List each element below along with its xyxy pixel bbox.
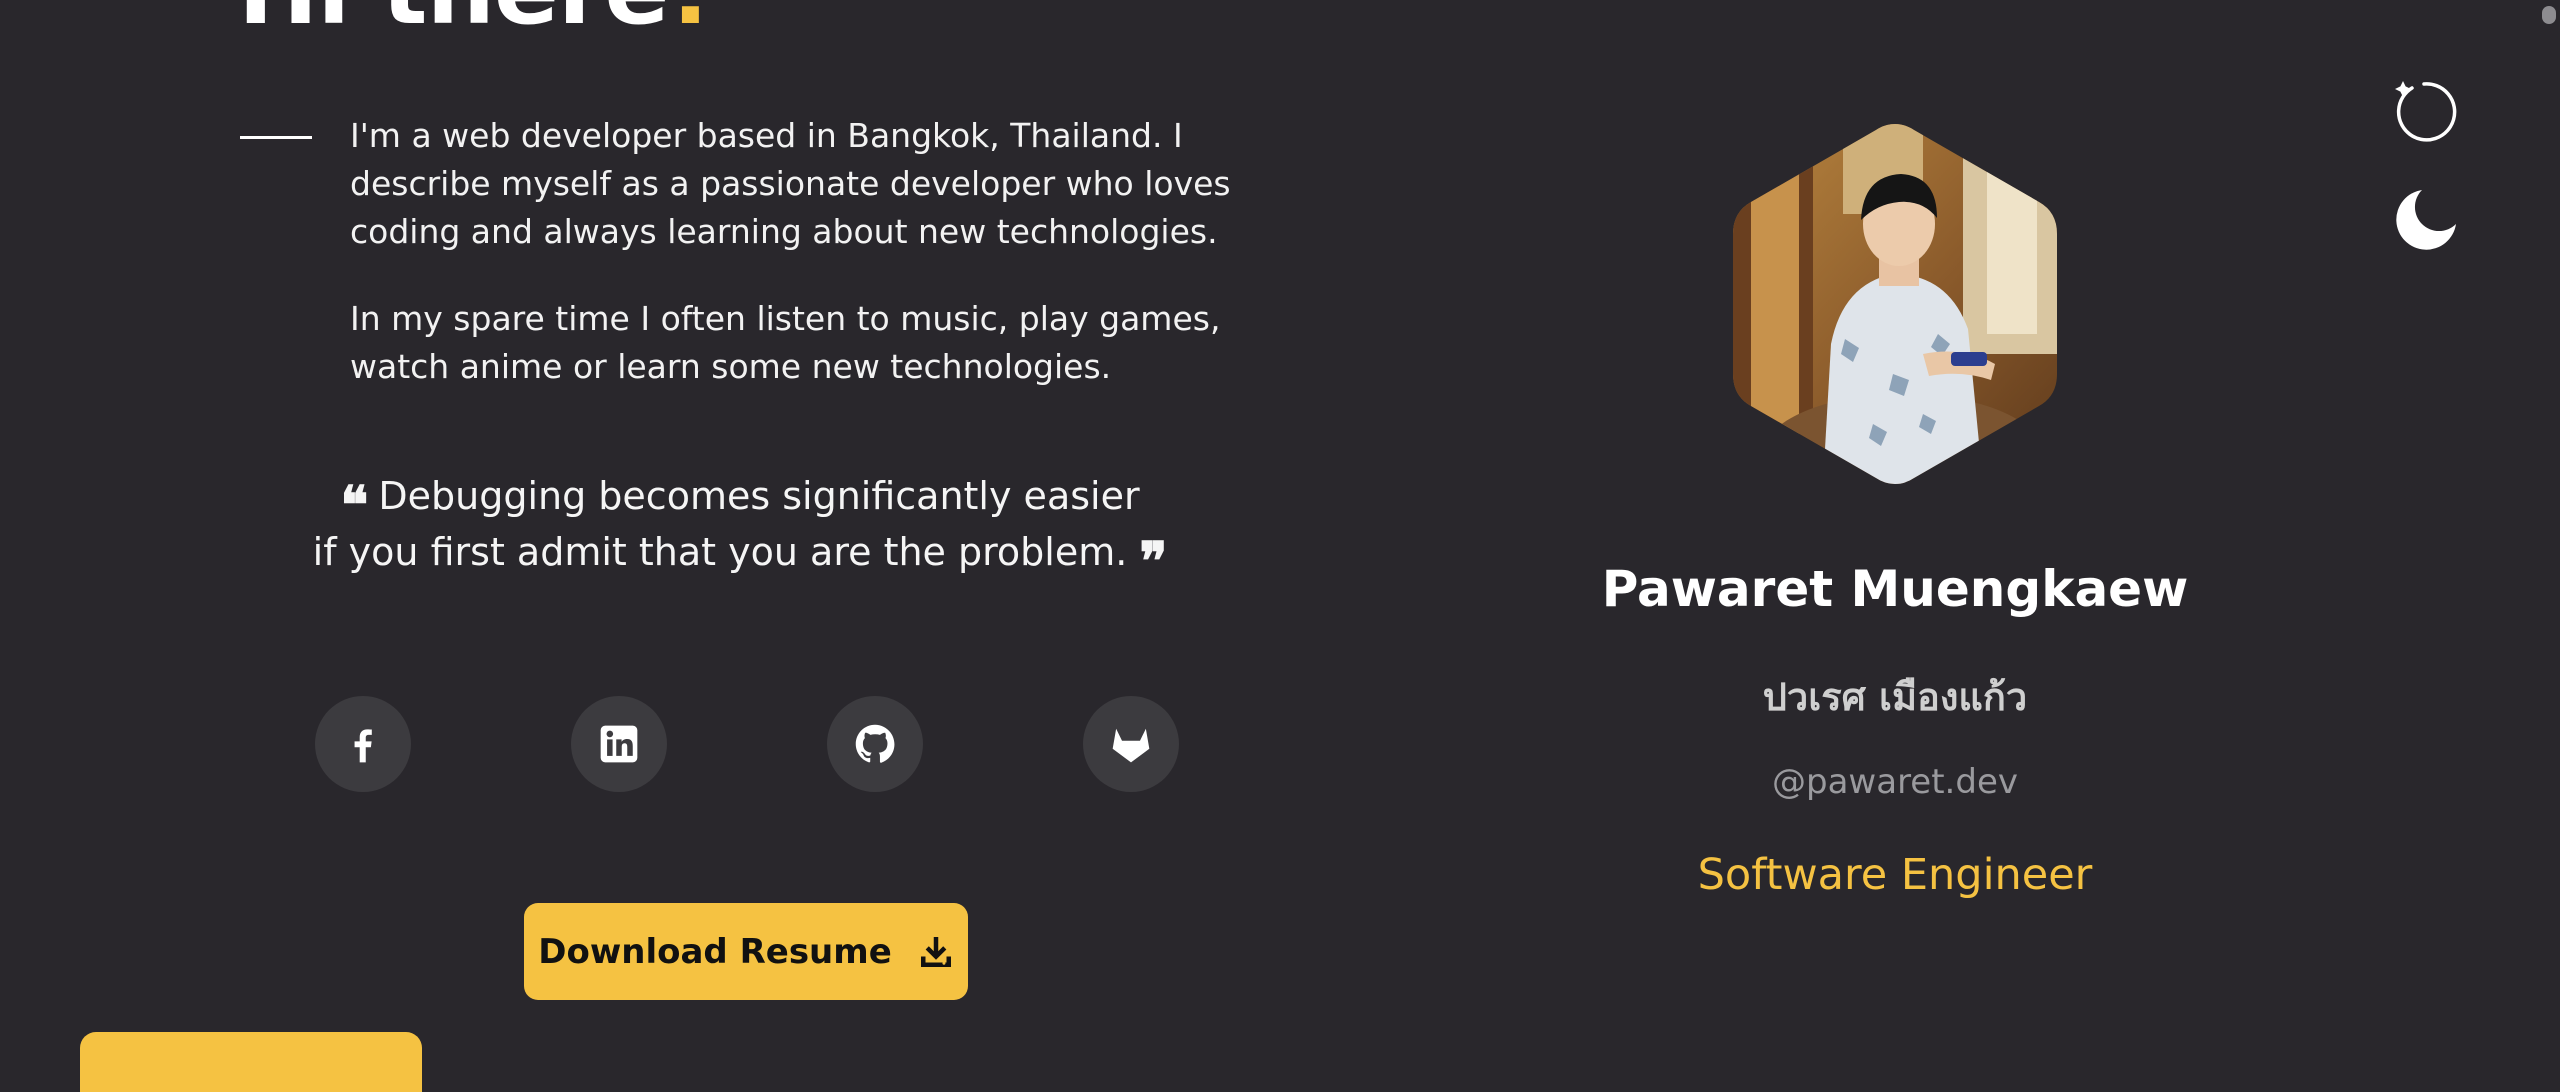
hero-title: Hi there!	[238, 0, 712, 46]
hero-title-accent: !	[668, 0, 712, 46]
refresh-button[interactable]	[2390, 76, 2462, 148]
profile-name-thai: ปวเรศ เมืองแก้ว	[1762, 675, 2028, 719]
profile-role: Software Engineer	[1697, 850, 2093, 900]
moon-icon	[2396, 190, 2456, 250]
download-resume-button[interactable]: Download Resume	[524, 903, 968, 1000]
gitlab-icon	[1112, 728, 1150, 763]
profile-name: Pawaret Muengkaew	[1601, 560, 2189, 618]
linkedin-link[interactable]	[571, 696, 667, 792]
gitlab-link[interactable]	[1083, 696, 1179, 792]
intro-paragraph-1: I'm a web developer based in Bangkok, Th…	[350, 116, 1231, 251]
facebook-link[interactable]	[315, 696, 411, 792]
download-icon	[920, 936, 951, 967]
sparkle-refresh-icon	[2395, 81, 2457, 142]
theme-toggle-button[interactable]	[2390, 184, 2462, 256]
open-quote-icon: ❝	[340, 475, 369, 536]
avatar	[1733, 124, 2057, 484]
intro-paragraph-2: In my spare time I often listen to music…	[350, 299, 1221, 386]
close-quote-icon: ❞	[1139, 531, 1168, 592]
quote-line-2: if you first admit that you are the prob…	[312, 530, 1128, 574]
quote-block: ❝ Debugging becomes significantly easier …	[300, 468, 1180, 588]
yellow-tab-button[interactable]	[80, 1032, 422, 1092]
linkedin-icon	[600, 725, 638, 763]
hero-title-text: Hi there	[238, 0, 669, 46]
download-resume-label: Download Resume	[538, 931, 892, 972]
profile-handle: @pawaret.dev	[1772, 762, 2018, 802]
scrollbar[interactable]	[2536, 0, 2560, 1056]
github-icon	[855, 724, 895, 763]
quote-line-1: Debugging becomes significantly easier	[378, 474, 1140, 518]
profile-photo	[1733, 124, 2057, 484]
github-link[interactable]	[827, 696, 923, 792]
intro-divider	[240, 136, 312, 139]
facebook-icon	[354, 729, 372, 763]
scrollbar-thumb[interactable]	[2542, 6, 2556, 24]
